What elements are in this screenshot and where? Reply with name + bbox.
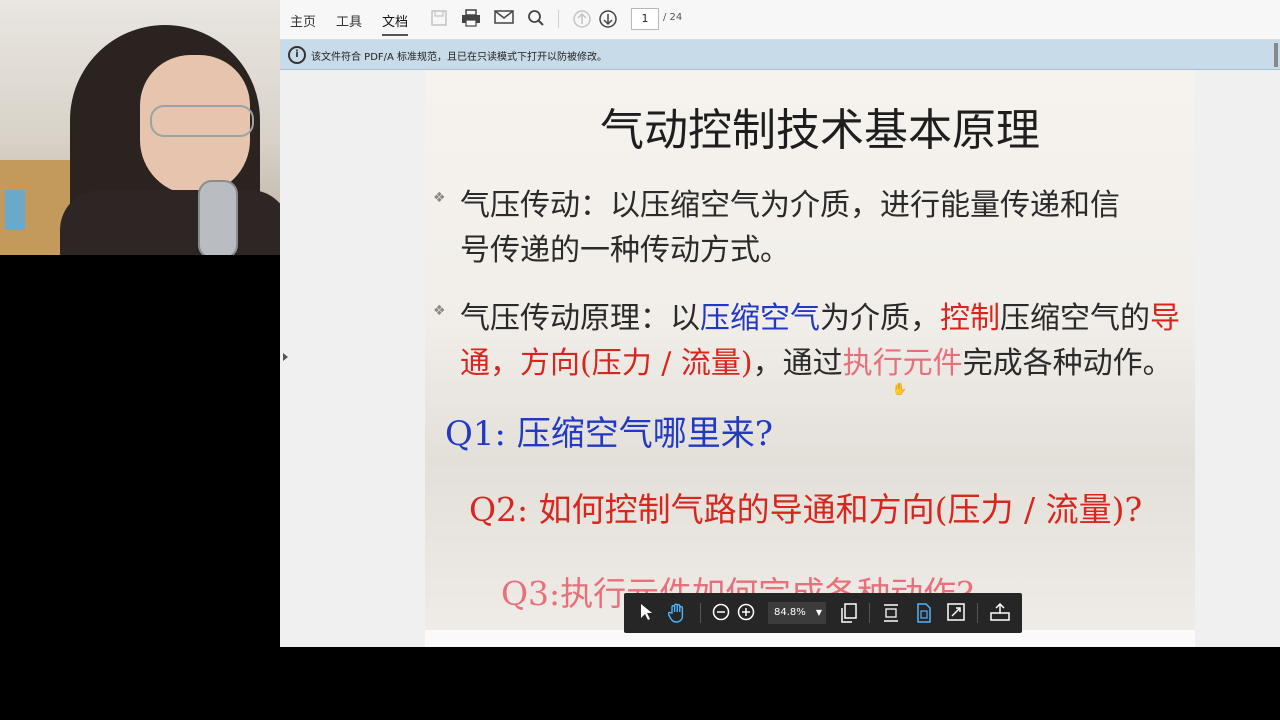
slide-title: 气动控制技术基本原理 bbox=[600, 105, 1040, 156]
text-segment: 气压传动原理：以 bbox=[460, 301, 700, 336]
zoom-level-value: 84.8% bbox=[774, 607, 806, 618]
bullet2-line1: 气压传动原理：以压缩空气为介质，控制压缩空气的导 bbox=[460, 293, 1180, 337]
zoom-level-dropdown[interactable]: 84.8% ▼ bbox=[768, 602, 826, 624]
expand-panel-icon[interactable] bbox=[283, 353, 288, 361]
toolbar-separator bbox=[700, 603, 701, 623]
export-icon[interactable] bbox=[990, 602, 1010, 623]
save-icon[interactable] bbox=[429, 9, 449, 29]
pdf-reader-window: 主页 工具 文档 1 / 24 i 该文件符合 PDF/A 标准规范，且已在只读… bbox=[280, 0, 1280, 647]
microphone bbox=[198, 180, 238, 255]
print-icon[interactable] bbox=[461, 9, 481, 29]
floating-toolbar: 84.8% ▼ bbox=[624, 593, 1022, 633]
presenter-sweater bbox=[60, 190, 280, 255]
bullet-diamond-icon: ❖ bbox=[433, 190, 446, 206]
highlight-compressed-air: 压缩空气 bbox=[700, 301, 820, 336]
tab-document[interactable]: 文档 bbox=[382, 11, 409, 36]
bullet-diamond-icon: ❖ bbox=[433, 303, 446, 319]
zoom-out-icon[interactable] bbox=[711, 603, 731, 623]
highlight-direction: 通，方向(压力 / 流量) bbox=[460, 346, 753, 381]
question-1: Q1: 压缩空气哪里来? bbox=[445, 414, 773, 454]
search-icon[interactable] bbox=[526, 9, 546, 29]
scrollbar-thumb[interactable] bbox=[1274, 43, 1278, 67]
chevron-down-icon: ▼ bbox=[815, 608, 822, 617]
document-viewport[interactable]: 气动控制技术基本原理 ❖ 气压传动：以压缩空气为介质，进行能量传递和信 号传递的… bbox=[280, 70, 1280, 647]
background-bin bbox=[5, 190, 25, 230]
pdf-page: 气动控制技术基本原理 ❖ 气压传动：以压缩空气为介质，进行能量传递和信 号传递的… bbox=[425, 70, 1195, 630]
webcam-video bbox=[0, 0, 280, 255]
info-icon: i bbox=[288, 46, 306, 64]
top-toolbar: 主页 工具 文档 1 / 24 bbox=[280, 0, 1280, 40]
bullet1-line2: 号传递的一种传动方式。 bbox=[460, 233, 790, 268]
hand-tool-icon[interactable] bbox=[667, 603, 687, 623]
fit-width-icon[interactable] bbox=[881, 603, 901, 623]
toolbar-separator bbox=[977, 603, 978, 623]
page-thumbnails-icon[interactable] bbox=[839, 603, 859, 623]
page-number-input[interactable]: 1 bbox=[631, 8, 659, 30]
highlight-conduct: 导 bbox=[1150, 301, 1180, 336]
question-2: Q2: 如何控制气路的导通和方向(压力 / 流量)? bbox=[469, 490, 1143, 529]
tab-tools[interactable]: 工具 bbox=[336, 11, 362, 30]
hand-cursor-icon: ✋ bbox=[892, 382, 907, 396]
text-segment: 完成各种动作。 bbox=[962, 346, 1173, 381]
text-segment: ，通过 bbox=[752, 346, 843, 381]
presenter-glasses bbox=[150, 105, 254, 137]
pdfa-info-bar: i 该文件符合 PDF/A 标准规范，且已在只读模式下打开以防被修改。 bbox=[280, 40, 1280, 70]
text-segment: 为介质， bbox=[820, 301, 940, 336]
highlight-control: 控制 bbox=[940, 301, 1000, 336]
next-page-icon[interactable] bbox=[598, 9, 618, 29]
zoom-in-icon[interactable] bbox=[736, 603, 756, 623]
toolbar-separator bbox=[558, 10, 559, 28]
select-cursor-icon[interactable] bbox=[636, 603, 656, 623]
fit-page-icon[interactable] bbox=[914, 603, 934, 623]
toolbar-separator bbox=[869, 603, 870, 623]
tab-home[interactable]: 主页 bbox=[290, 11, 316, 30]
pdfa-info-text: 该文件符合 PDF/A 标准规范，且已在只读模式下打开以防被修改。 bbox=[311, 52, 608, 63]
bullet2-line2: 通，方向(压力 / 流量)，通过执行元件完成各种动作。 bbox=[460, 338, 1173, 382]
bullet1-line1: 气压传动：以压缩空气为介质，进行能量传递和信 bbox=[460, 188, 1120, 223]
prev-page-icon[interactable] bbox=[572, 9, 592, 29]
email-icon[interactable] bbox=[494, 9, 514, 29]
highlight-actuator: 执行元件 bbox=[842, 346, 963, 381]
fullscreen-icon[interactable] bbox=[946, 603, 966, 623]
text-segment: 压缩空气的 bbox=[1000, 301, 1150, 336]
page-total: / 24 bbox=[663, 12, 683, 23]
